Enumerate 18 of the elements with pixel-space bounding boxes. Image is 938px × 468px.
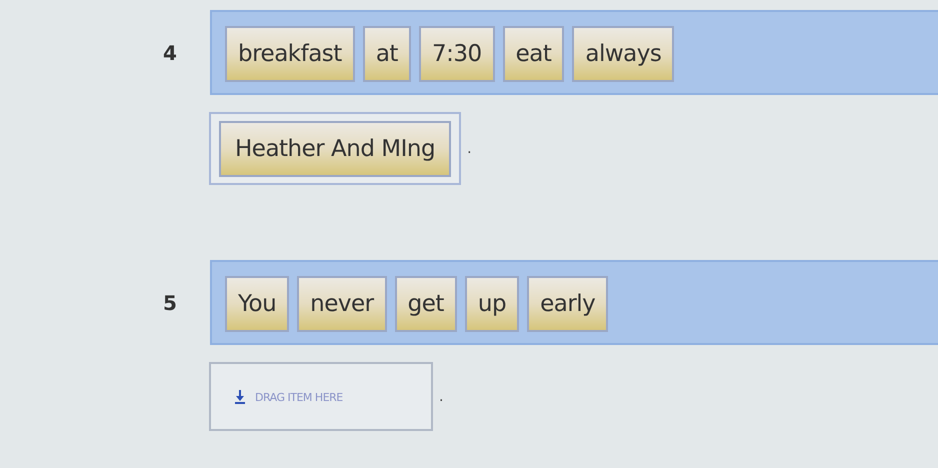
word-tile[interactable]: at [362,26,411,82]
word-tile[interactable]: You [225,276,290,332]
download-arrow-icon [235,390,245,404]
word-tile[interactable]: never [297,276,387,332]
question-number: 5 [162,290,178,314]
question-number: 4 [162,40,178,64]
word-tile[interactable]: always [572,26,674,82]
drop-placeholder: DRAG ITEM HERE [255,390,343,404]
word-tile[interactable]: early [527,276,608,332]
word-tile[interactable]: Heather And MIng [219,121,452,177]
word-tile[interactable]: breakfast [225,26,355,82]
word-tile[interactable]: eat [502,26,564,82]
end-punctuation: . [439,388,444,404]
word-tile[interactable]: up [464,276,520,332]
answer-box[interactable]: Heather And MIng [209,112,462,185]
word-tile[interactable]: 7:30 [418,26,495,82]
word-tile[interactable]: get [394,276,457,332]
end-punctuation: . [467,140,472,156]
